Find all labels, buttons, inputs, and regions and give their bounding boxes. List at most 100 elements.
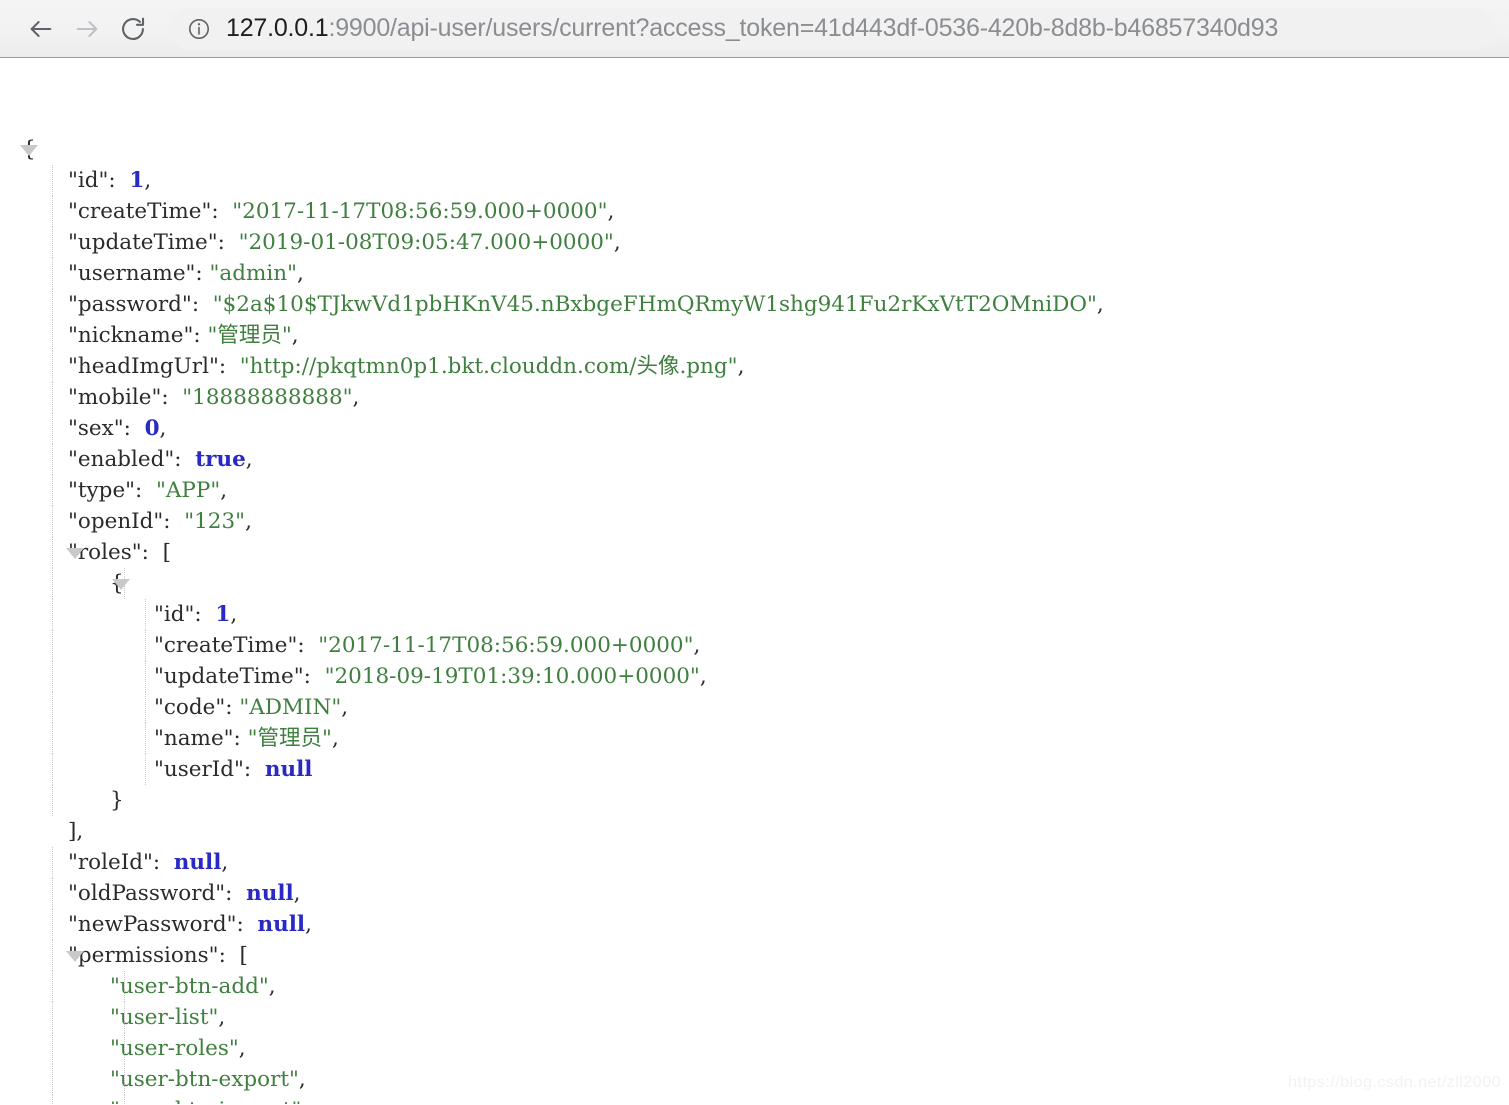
json-key: "nickname":	[68, 323, 201, 348]
json-line-content: "code": "ADMIN",	[154, 692, 348, 723]
url-host: 127.0.0.1	[226, 14, 329, 42]
indent-guide	[52, 413, 53, 444]
json-line-content: "createTime": "2017-11-17T08:56:59.000+0…	[68, 196, 614, 227]
json-key: "openId":	[68, 509, 171, 534]
json-punctuation	[305, 633, 319, 658]
json-line: "updateTime": "2019-01-08T09:05:47.000+0…	[0, 227, 1509, 258]
indent-guide	[52, 320, 53, 351]
json-line-content: "name": "管理员",	[154, 723, 339, 754]
json-string-value: "2018-09-19T01:39:10.000+0000"	[324, 664, 700, 689]
json-line-content: "username": "admin",	[68, 258, 304, 289]
json-line-content: "password": "$2a$10$TJkwVd1pbHKnV45.nBxb…	[68, 289, 1104, 320]
forward-button[interactable]	[64, 6, 110, 52]
json-punctuation: ,	[144, 168, 152, 193]
json-key: "permissions":	[68, 943, 226, 968]
json-line-content: "createTime": "2017-11-17T08:56:59.000+0…	[154, 630, 700, 661]
json-key: "newPassword":	[68, 912, 244, 937]
json-punctuation: ,	[291, 323, 299, 348]
json-punctuation	[171, 509, 185, 534]
indent-guide	[124, 568, 125, 599]
json-line-content: ],	[68, 816, 83, 847]
json-line-content: "newPassword": null,	[68, 909, 312, 940]
json-punctuation	[226, 354, 240, 379]
indent-guide	[52, 258, 53, 289]
url-text[interactable]: 127.0.0.1:9900/api-user/users/current?ac…	[226, 14, 1278, 43]
json-line: "user-btn-export",	[0, 1064, 1509, 1095]
json-keyword-value: null	[246, 881, 294, 906]
address-bar[interactable]: 127.0.0.1:9900/api-user/users/current?ac…	[170, 7, 1495, 50]
json-line-content: "oldPassword": null,	[68, 878, 301, 909]
indent-guide	[52, 630, 53, 661]
json-string-value: "123"	[184, 509, 246, 534]
indent-guide	[52, 537, 53, 568]
json-key: "code":	[154, 695, 233, 720]
json-line: "updateTime": "2018-09-19T01:39:10.000+0…	[0, 661, 1509, 692]
back-arrow-icon	[27, 15, 55, 43]
json-line: "code": "ADMIN",	[0, 692, 1509, 723]
json-punctuation: ,	[245, 509, 252, 534]
json-key: "createTime":	[154, 633, 305, 658]
json-keyword-value: null	[173, 850, 222, 875]
json-line: "headImgUrl": "http://pkqtmn0p1.bkt.clou…	[0, 351, 1509, 382]
json-line-content: "nickname": "管理员",	[68, 320, 299, 351]
json-punctuation: ],	[68, 819, 84, 844]
json-response-viewer: {"id": 1, "createTime": "2017-11-17T08:56…	[0, 58, 1509, 1104]
json-punctuation: ,	[220, 478, 228, 503]
json-key: "sex":	[68, 416, 131, 441]
indent-guide	[145, 723, 146, 754]
json-line: {	[0, 568, 1509, 599]
json-key: "username":	[68, 261, 203, 286]
json-string-value: "ADMIN"	[239, 695, 342, 720]
json-punctuation: ,	[331, 726, 339, 751]
json-string-value: "2019-01-08T09:05:47.000+0000"	[238, 230, 614, 255]
json-string-value: "admin"	[209, 261, 298, 286]
indent-guide	[145, 754, 146, 785]
json-line: {	[0, 134, 1509, 165]
json-line-content: }	[110, 785, 124, 816]
json-string-value: "user-btn-import"	[110, 1098, 301, 1104]
json-string-value: "http://pkqtmn0p1.bkt.clouddn.com/头像.png…	[239, 354, 738, 379]
json-punctuation	[182, 447, 196, 472]
json-line-content: "id": 1,	[68, 165, 151, 196]
json-line: "mobile": "18888888888",	[0, 382, 1509, 413]
browser-toolbar: 127.0.0.1:9900/api-user/users/current?ac…	[0, 0, 1509, 58]
json-punctuation	[169, 385, 183, 410]
json-punctuation	[244, 912, 258, 937]
reload-button[interactable]	[110, 6, 156, 52]
json-punctuation: ,	[305, 912, 312, 937]
json-line-content: "user-btn-import"	[110, 1095, 301, 1104]
json-string-value: "user-btn-export"	[110, 1067, 299, 1092]
json-punctuation: ,	[737, 354, 745, 379]
json-punctuation	[142, 478, 156, 503]
json-line: "roles": [	[0, 537, 1509, 568]
indent-guide	[52, 878, 53, 909]
forward-arrow-icon	[73, 15, 101, 43]
fold-toggle-triangle-icon[interactable]	[66, 951, 84, 962]
json-punctuation: [	[239, 943, 248, 968]
back-button[interactable]	[18, 6, 64, 52]
fold-toggle-triangle-icon[interactable]	[66, 548, 84, 559]
json-line: "permissions": [	[0, 940, 1509, 971]
indent-guide	[145, 630, 146, 661]
json-key: "roleId":	[68, 850, 161, 875]
json-punctuation	[226, 943, 240, 968]
json-punctuation	[199, 292, 213, 317]
json-punctuation: ,	[221, 850, 229, 875]
json-line: "enabled": true,	[0, 444, 1509, 475]
json-key: "updateTime":	[68, 230, 225, 255]
indent-guide	[145, 599, 146, 630]
indent-guide	[124, 1095, 125, 1104]
indent-guide	[124, 971, 125, 1002]
json-line: "user-list",	[0, 1002, 1509, 1033]
json-punctuation: ,	[607, 199, 615, 224]
site-information-icon[interactable]	[186, 16, 212, 42]
json-line-content: "id": 1,	[154, 599, 237, 630]
indent-guide	[52, 475, 53, 506]
indent-guide	[52, 506, 53, 537]
fold-toggle-triangle-icon[interactable]	[20, 145, 38, 156]
json-line: "username": "admin",	[0, 258, 1509, 289]
json-punctuation	[149, 540, 163, 565]
fold-toggle-triangle-icon[interactable]	[112, 579, 130, 590]
json-line: "name": "管理员",	[0, 723, 1509, 754]
indent-guide	[52, 661, 53, 692]
